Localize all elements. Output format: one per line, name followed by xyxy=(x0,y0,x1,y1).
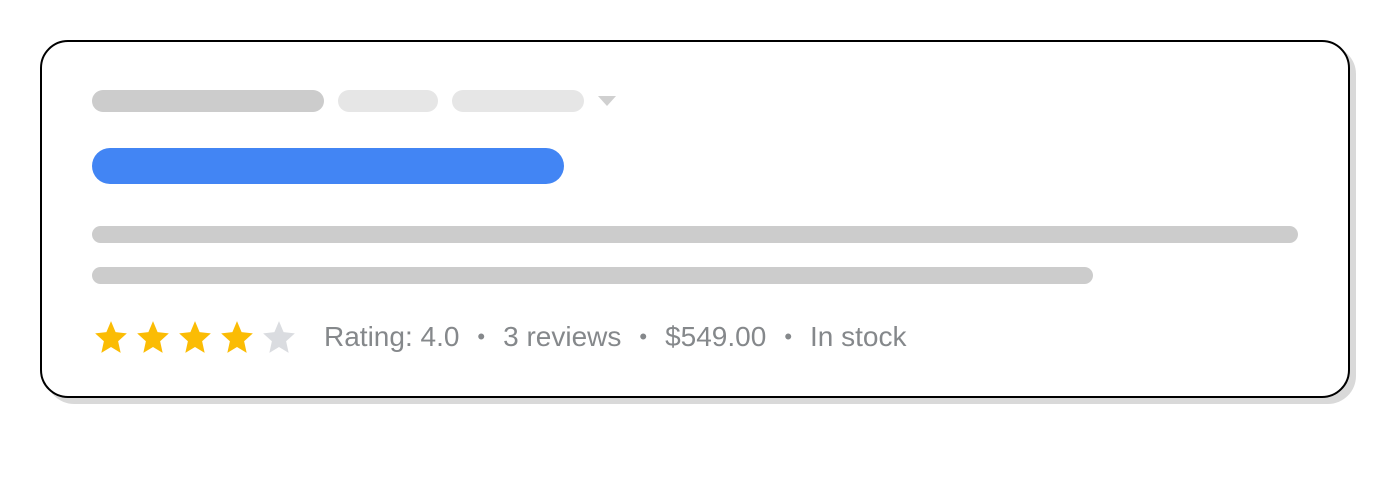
price-label: $549.00 xyxy=(665,321,766,353)
separator-dot: • xyxy=(784,324,792,350)
star-icon xyxy=(176,318,214,356)
star-icon xyxy=(218,318,256,356)
chevron-down-icon[interactable] xyxy=(598,96,616,106)
search-result-card: Rating: 4.0 • 3 reviews • $549.00 • In s… xyxy=(40,40,1350,398)
breadcrumb-placeholder-1 xyxy=(92,90,324,112)
star-icon xyxy=(260,318,298,356)
rating-row: Rating: 4.0 • 3 reviews • $549.00 • In s… xyxy=(92,318,1298,356)
star-icon xyxy=(134,318,172,356)
reviews-count[interactable]: 3 reviews xyxy=(503,321,621,353)
breadcrumb-placeholder-3 xyxy=(452,90,584,112)
star-icon xyxy=(92,318,130,356)
description-line-2 xyxy=(92,267,1093,284)
rating-label: Rating: 4.0 xyxy=(324,321,459,353)
separator-dot: • xyxy=(639,324,647,350)
breadcrumb-placeholder-2 xyxy=(338,90,438,112)
breadcrumb-row xyxy=(92,90,1298,112)
star-rating xyxy=(92,318,298,356)
rating-details: Rating: 4.0 • 3 reviews • $549.00 • In s… xyxy=(324,321,907,353)
result-title-placeholder[interactable] xyxy=(92,148,564,184)
stock-label: In stock xyxy=(810,321,906,353)
separator-dot: • xyxy=(477,324,485,350)
description-line-1 xyxy=(92,226,1298,243)
